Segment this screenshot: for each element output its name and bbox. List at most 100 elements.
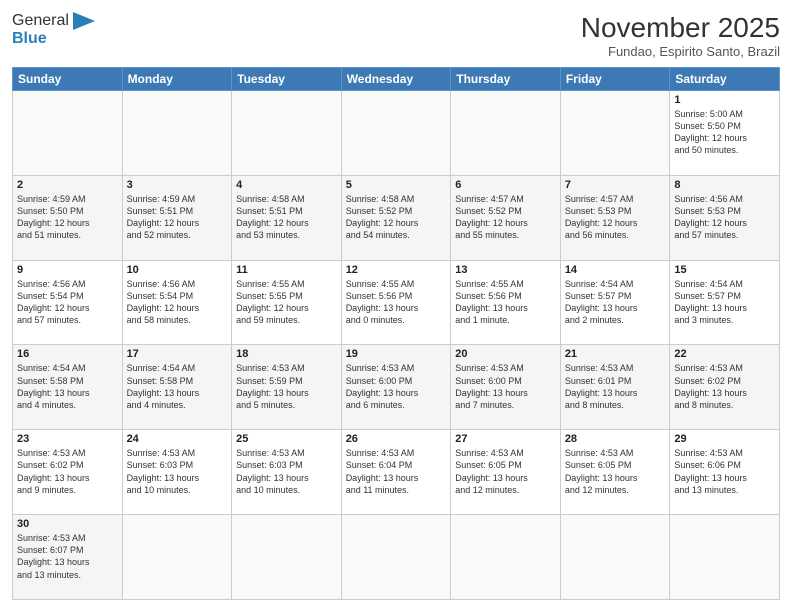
table-row: 4Sunrise: 4:58 AM Sunset: 5:51 PM Daylig…: [232, 175, 342, 260]
day-number: 10: [127, 264, 228, 276]
day-info: Sunrise: 4:59 AM Sunset: 5:51 PM Dayligh…: [127, 193, 228, 242]
day-info: Sunrise: 4:55 AM Sunset: 5:56 PM Dayligh…: [346, 278, 447, 327]
logo: General Blue: [12, 12, 95, 48]
table-row: 7Sunrise: 4:57 AM Sunset: 5:53 PM Daylig…: [560, 175, 670, 260]
day-number: 6: [455, 179, 556, 191]
table-row: 11Sunrise: 4:55 AM Sunset: 5:55 PM Dayli…: [232, 260, 342, 345]
day-number: 18: [236, 348, 337, 360]
table-row: 10 Sunrise: 4:56 AM Sunset: 5:54 PM Dayli…: [122, 260, 232, 345]
table-row: [451, 515, 561, 600]
day-number: 5: [346, 179, 447, 191]
table-row: 1 Sunrise: 5:00 AM Sunset: 5:50 PM Daylig…: [670, 91, 780, 176]
table-row: 22 Sunrise: 4:53 AM Sunset: 6:02 PM Dayli…: [670, 345, 780, 430]
day-info: Sunrise: 4:56 AM Sunset: 5:53 PM Dayligh…: [674, 193, 775, 242]
table-row: [13, 91, 123, 176]
th-saturday: Saturday: [670, 68, 780, 91]
day-number: 29: [674, 433, 775, 445]
location: Fundao, Espirito Santo, Brazil: [581, 44, 780, 59]
day-info: Sunrise: 4:53 AM Sunset: 6:00 PM Dayligh…: [455, 362, 556, 411]
day-info: Sunrise: 4:56 AM Sunset: 5:54 PM Dayligh…: [127, 278, 228, 327]
page: General Blue November 2025 Fundao, Espir…: [0, 0, 792, 612]
table-row: 15Sunrise: 4:54 AM Sunset: 5:57 PM Dayli…: [670, 260, 780, 345]
day-number: 1: [674, 94, 775, 106]
day-info: Sunrise: 5:00 AM Sunset: 5:50 PM Dayligh…: [674, 108, 775, 157]
th-tuesday: Tuesday: [232, 68, 342, 91]
day-number: 11: [236, 264, 337, 276]
table-row: 2Sunrise: 4:59 AM Sunset: 5:50 PM Daylig…: [13, 175, 123, 260]
logo-text-block: General Blue: [12, 12, 95, 48]
table-row: 9 Sunrise: 4:56 AM Sunset: 5:54 PM Daylig…: [13, 260, 123, 345]
table-row: 16 Sunrise: 4:54 AM Sunset: 5:58 PM Dayli…: [13, 345, 123, 430]
day-number: 14: [565, 264, 666, 276]
day-number: 22: [674, 348, 775, 360]
month-title: November 2025: [581, 12, 780, 44]
day-info: Sunrise: 4:56 AM Sunset: 5:54 PM Dayligh…: [17, 278, 118, 327]
calendar-week-row: 9 Sunrise: 4:56 AM Sunset: 5:54 PM Daylig…: [13, 260, 780, 345]
table-row: 12 Sunrise: 4:55 AM Sunset: 5:56 PM Dayli…: [341, 260, 451, 345]
day-info: Sunrise: 4:54 AM Sunset: 5:57 PM Dayligh…: [565, 278, 666, 327]
table-row: 13 Sunrise: 4:55 AM Sunset: 5:56 PM Dayli…: [451, 260, 561, 345]
table-row: 5 Sunrise: 4:58 AM Sunset: 5:52 PM Daylig…: [341, 175, 451, 260]
table-row: 17Sunrise: 4:54 AM Sunset: 5:58 PM Dayli…: [122, 345, 232, 430]
day-info: Sunrise: 4:54 AM Sunset: 5:58 PM Dayligh…: [17, 362, 118, 411]
table-row: [560, 91, 670, 176]
table-row: 19Sunrise: 4:53 AM Sunset: 6:00 PM Dayli…: [341, 345, 451, 430]
table-row: [341, 91, 451, 176]
table-row: 21Sunrise: 4:53 AM Sunset: 6:01 PM Dayli…: [560, 345, 670, 430]
day-number: 24: [127, 433, 228, 445]
calendar-week-row: 1 Sunrise: 5:00 AM Sunset: 5:50 PM Daylig…: [13, 91, 780, 176]
day-number: 26: [346, 433, 447, 445]
day-info: Sunrise: 4:53 AM Sunset: 5:59 PM Dayligh…: [236, 362, 337, 411]
day-info: Sunrise: 4:53 AM Sunset: 6:07 PM Dayligh…: [17, 532, 118, 581]
table-row: 14 Sunrise: 4:54 AM Sunset: 5:57 PM Dayli…: [560, 260, 670, 345]
day-number: 3: [127, 179, 228, 191]
day-info: Sunrise: 4:53 AM Sunset: 6:03 PM Dayligh…: [127, 447, 228, 496]
day-number: 19: [346, 348, 447, 360]
day-info: Sunrise: 4:58 AM Sunset: 5:52 PM Dayligh…: [346, 193, 447, 242]
table-row: 23Sunrise: 4:53 AM Sunset: 6:02 PM Dayli…: [13, 430, 123, 515]
th-sunday: Sunday: [13, 68, 123, 91]
day-number: 13: [455, 264, 556, 276]
th-friday: Friday: [560, 68, 670, 91]
day-number: 9: [17, 264, 118, 276]
day-number: 28: [565, 433, 666, 445]
day-info: Sunrise: 4:57 AM Sunset: 5:53 PM Dayligh…: [565, 193, 666, 242]
th-monday: Monday: [122, 68, 232, 91]
day-number: 17: [127, 348, 228, 360]
day-info: Sunrise: 4:53 AM Sunset: 6:02 PM Dayligh…: [674, 362, 775, 411]
th-wednesday: Wednesday: [341, 68, 451, 91]
day-number: 2: [17, 179, 118, 191]
table-row: [560, 515, 670, 600]
table-row: 8 Sunrise: 4:56 AM Sunset: 5:53 PM Daylig…: [670, 175, 780, 260]
day-info: Sunrise: 4:53 AM Sunset: 6:03 PM Dayligh…: [236, 447, 337, 496]
title-block: November 2025 Fundao, Espirito Santo, Br…: [581, 12, 780, 59]
table-row: 27Sunrise: 4:53 AM Sunset: 6:05 PM Dayli…: [451, 430, 561, 515]
day-number: 12: [346, 264, 447, 276]
header-row: Sunday Monday Tuesday Wednesday Thursday…: [13, 68, 780, 91]
table-row: [122, 515, 232, 600]
day-number: 8: [674, 179, 775, 191]
table-row: 26Sunrise: 4:53 AM Sunset: 6:04 PM Dayli…: [341, 430, 451, 515]
table-row: 30 Sunrise: 4:53 AM Sunset: 6:07 PM Dayli…: [13, 515, 123, 600]
day-number: 30: [17, 518, 118, 530]
table-row: [670, 515, 780, 600]
calendar-week-row: 16 Sunrise: 4:54 AM Sunset: 5:58 PM Dayli…: [13, 345, 780, 430]
day-info: Sunrise: 4:53 AM Sunset: 6:06 PM Dayligh…: [674, 447, 775, 496]
table-row: [341, 515, 451, 600]
day-number: 16: [17, 348, 118, 360]
day-number: 23: [17, 433, 118, 445]
table-row: 18 Sunrise: 4:53 AM Sunset: 5:59 PM Dayli…: [232, 345, 342, 430]
table-row: 24 Sunrise: 4:53 AM Sunset: 6:03 PM Dayli…: [122, 430, 232, 515]
th-thursday: Thursday: [451, 68, 561, 91]
day-info: Sunrise: 4:53 AM Sunset: 6:05 PM Dayligh…: [455, 447, 556, 496]
table-row: 28Sunrise: 4:53 AM Sunset: 6:05 PM Dayli…: [560, 430, 670, 515]
table-row: 25Sunrise: 4:53 AM Sunset: 6:03 PM Dayli…: [232, 430, 342, 515]
logo-blue: Blue: [12, 30, 95, 48]
day-info: Sunrise: 4:54 AM Sunset: 5:57 PM Dayligh…: [674, 278, 775, 327]
day-info: Sunrise: 4:53 AM Sunset: 6:01 PM Dayligh…: [565, 362, 666, 411]
table-row: [232, 91, 342, 176]
day-info: Sunrise: 4:55 AM Sunset: 5:56 PM Dayligh…: [455, 278, 556, 327]
table-row: [122, 91, 232, 176]
header: General Blue November 2025 Fundao, Espir…: [12, 12, 780, 59]
table-row: 6Sunrise: 4:57 AM Sunset: 5:52 PM Daylig…: [451, 175, 561, 260]
